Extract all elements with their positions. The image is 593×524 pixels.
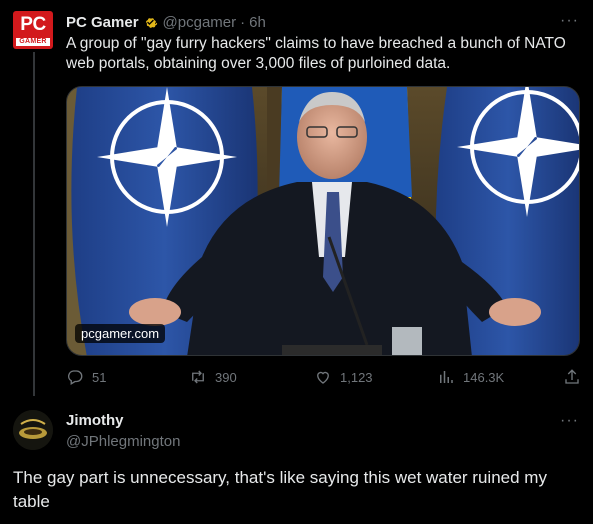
reply-author-name[interactable]: Jimothy [66,412,124,429]
author-avatar[interactable]: PC GAMER [13,11,53,49]
tweet-media-card[interactable]: pcgamer.com [66,86,580,356]
header-separator: · [240,13,246,31]
share-button[interactable] [563,368,589,386]
tweet-header: PC Gamer @pcgamer · 6h [66,12,266,32]
author-handle[interactable]: @pcgamer [163,14,237,31]
heart-icon [317,371,329,384]
retweet-icon [192,370,204,384]
tweet-timestamp[interactable]: 6h [249,14,266,31]
author-name[interactable]: PC Gamer [66,14,139,31]
views-button[interactable]: 146.3K [437,368,504,386]
views-count: 146.3K [463,369,505,385]
analytics-icon [440,371,453,383]
like-button[interactable]: 1,123 [314,368,373,386]
tweet-text: A group of "gay furry hackers" claims to… [66,35,566,72]
reply-text: The gay part is unnecessary, that's like… [13,468,547,511]
reply-icon [68,370,83,385]
avatar-image [13,410,53,450]
reply-author-handle[interactable]: @JPhlegmington [66,433,180,450]
reply-avatar[interactable] [13,410,53,450]
thread-line [33,52,35,396]
share-icon [565,369,579,384]
tweet-action-bar: 51 390 1,123 146.3K [66,368,584,388]
retweet-count: 390 [215,369,237,385]
media-domain-label[interactable]: pcgamer.com [75,324,166,343]
pc-gamer-logo: PC GAMER [13,11,53,49]
nato-press-conference-image [67,87,579,355]
reply-button[interactable]: 51 [66,368,106,386]
reply-more-options-icon[interactable]: ··· [560,412,579,430]
verified-badge-icon [145,17,157,28]
reply-count: 51 [92,369,107,385]
like-count: 1,123 [340,369,373,385]
retweet-button[interactable]: 390 [189,368,237,386]
tweet[interactable]: PC GAMER PC Gamer @pcgamer · 6h ··· A gr… [0,0,593,396]
reply-tweet[interactable]: Jimothy @JPhlegmington ··· The gay part … [0,396,593,524]
more-options-icon[interactable]: ··· [560,12,579,30]
